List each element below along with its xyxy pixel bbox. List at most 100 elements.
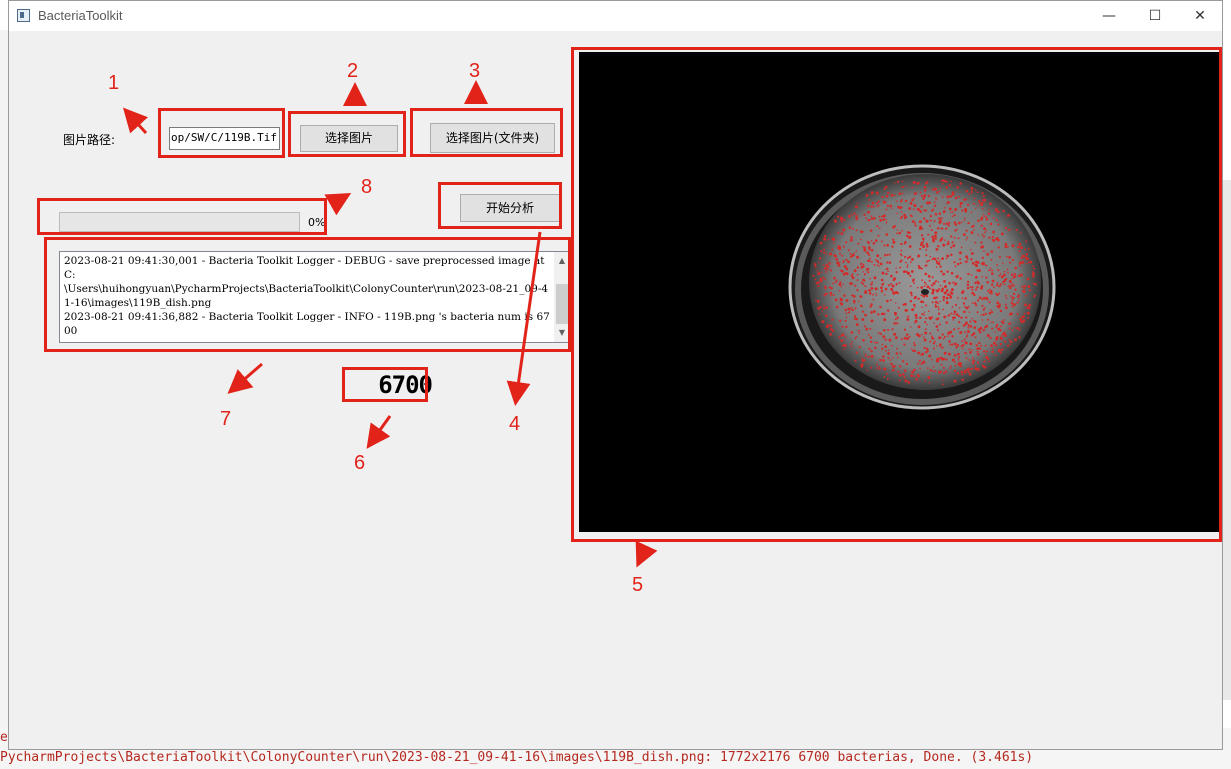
colony-marker: [817, 285, 820, 288]
log-textbox[interactable]: 2023-08-21 09:41:30,001 - Bacteria Toolk…: [59, 251, 571, 343]
colony-marker: [874, 341, 877, 344]
colony-marker: [896, 322, 899, 325]
close-button[interactable]: ✕: [1177, 1, 1223, 31]
colony-marker: [991, 327, 994, 330]
scroll-thumb[interactable]: [556, 284, 568, 324]
colony-marker: [814, 278, 817, 281]
colony-marker: [996, 264, 999, 266]
image-path-label: 图片路径:: [63, 133, 116, 147]
colony-marker: [873, 263, 876, 266]
colony-marker: [948, 313, 951, 316]
colony-marker: [931, 288, 935, 292]
colony-marker: [896, 212, 898, 215]
colony-marker: [1021, 315, 1024, 319]
colony-marker: [907, 315, 910, 318]
colony-marker: [945, 257, 948, 260]
colony-marker: [942, 299, 945, 302]
maximize-button[interactable]: ☐: [1132, 1, 1178, 31]
colony-marker: [874, 287, 878, 291]
colony-marker: [872, 293, 874, 296]
colony-marker: [854, 307, 857, 310]
colony-marker: [873, 217, 876, 220]
colony-marker: [899, 352, 901, 354]
colony-marker: [974, 189, 977, 191]
image-path-input[interactable]: ktop/SW/C/119B.Tif: [169, 127, 280, 150]
colony-marker: [971, 288, 974, 291]
colony-marker: [985, 324, 989, 328]
colony-marker: [936, 227, 940, 230]
colony-marker: [887, 270, 889, 273]
colony-marker: [1020, 320, 1023, 323]
colony-marker: [928, 259, 930, 262]
colony-marker: [1012, 259, 1015, 262]
scroll-up-icon[interactable]: ▲: [554, 254, 570, 268]
colony-marker: [979, 347, 982, 350]
colony-marker: [996, 282, 999, 284]
colony-marker: [941, 346, 944, 349]
colony-marker: [855, 250, 858, 252]
colony-marker: [933, 220, 936, 222]
colony-marker: [927, 274, 931, 278]
colony-marker: [880, 312, 884, 316]
colony-marker: [832, 282, 835, 285]
colony-marker: [870, 319, 874, 323]
colony-marker: [930, 284, 934, 287]
colony-marker: [939, 187, 942, 189]
select-image-button[interactable]: 选择图片: [300, 125, 398, 152]
colony-marker: [956, 262, 960, 266]
colony-marker: [991, 235, 994, 239]
log-scrollbar[interactable]: ▲ ▼: [554, 252, 570, 342]
colony-marker: [1025, 257, 1029, 261]
colony-marker: [920, 362, 923, 365]
colony-marker: [930, 229, 933, 232]
colony-marker: [856, 279, 859, 282]
colony-marker: [972, 202, 975, 205]
colony-marker: [920, 354, 922, 356]
colony-marker: [909, 299, 913, 303]
colony-marker: [978, 341, 981, 345]
colony-marker: [873, 205, 875, 208]
colony-marker: [923, 311, 926, 314]
colony-marker: [897, 292, 900, 295]
colony-marker: [895, 284, 898, 286]
colony-marker: [905, 185, 907, 187]
colony-marker: [949, 295, 953, 299]
scroll-down-icon[interactable]: ▼: [554, 326, 570, 340]
colony-marker: [953, 261, 956, 264]
colony-marker: [845, 267, 849, 271]
colony-marker: [932, 347, 935, 350]
colony-marker: [986, 318, 989, 321]
colony-marker: [1003, 273, 1006, 277]
colony-marker: [988, 311, 992, 315]
colony-marker: [932, 237, 935, 241]
colony-marker: [1012, 283, 1014, 285]
colony-marker: [934, 231, 938, 235]
colony-marker: [998, 306, 1001, 308]
colony-marker: [838, 336, 841, 339]
colony-marker: [920, 286, 923, 289]
title-bar[interactable]: BacteriaToolkit — ☐ ✕: [9, 1, 1222, 31]
colony-marker: [872, 298, 875, 301]
colony-marker: [921, 333, 923, 336]
colony-marker: [982, 235, 985, 238]
colony-marker: [1011, 299, 1013, 302]
colony-marker: [886, 243, 889, 247]
colony-marker: [978, 296, 982, 299]
colony-marker: [891, 245, 894, 248]
start-analysis-button[interactable]: 开始分析: [460, 194, 560, 222]
select-folder-button[interactable]: 选择图片(文件夹): [430, 123, 555, 153]
colony-marker: [874, 239, 878, 242]
colony-marker: [923, 338, 927, 342]
minimize-button[interactable]: —: [1086, 1, 1132, 31]
colony-marker: [1005, 297, 1008, 300]
colony-marker: [867, 355, 870, 358]
colony-marker: [1014, 266, 1018, 270]
colony-marker: [972, 359, 976, 363]
colony-marker: [892, 238, 895, 241]
colony-marker: [945, 180, 948, 183]
colony-marker: [879, 257, 882, 260]
colony-marker: [887, 284, 891, 287]
colony-marker: [908, 335, 911, 338]
colony-marker: [918, 334, 921, 337]
colony-marker: [879, 332, 883, 336]
